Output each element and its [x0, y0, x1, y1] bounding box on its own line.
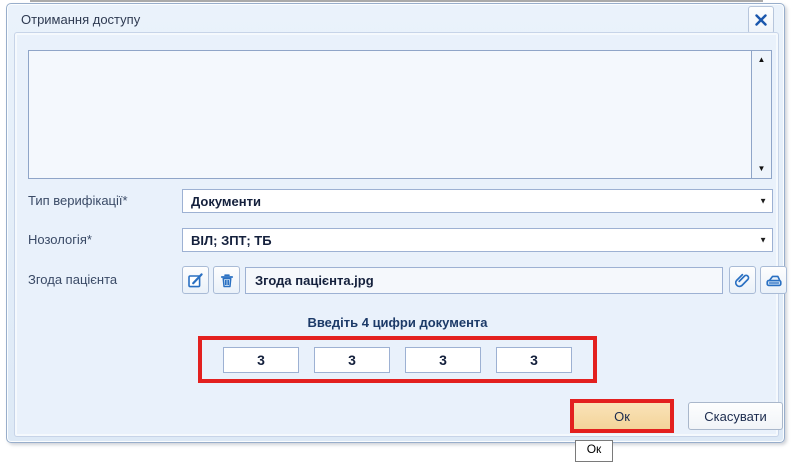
- ok-tooltip-text: Ок: [587, 442, 602, 456]
- chevron-down-icon: ▼: [759, 197, 767, 206]
- cancel-button[interactable]: Скасувати: [688, 402, 783, 430]
- ok-button[interactable]: Ок: [574, 403, 670, 429]
- ok-button-highlight: Ок: [570, 399, 674, 433]
- digit-input-3[interactable]: [405, 347, 481, 373]
- code-entry-highlight: [198, 336, 597, 383]
- scan-document-button[interactable]: [760, 266, 787, 294]
- notes-textarea[interactable]: ▲ ▼: [28, 50, 772, 179]
- nosology-value: ВІЛ; ЗПТ; ТБ: [191, 233, 272, 248]
- digit-input-2[interactable]: [314, 347, 390, 373]
- nosology-dropdown[interactable]: ВІЛ; ЗПТ; ТБ ▼: [182, 228, 773, 252]
- scroll-down-icon[interactable]: ▼: [752, 165, 771, 173]
- consent-file-field[interactable]: Згода пацієнта.jpg: [245, 267, 723, 294]
- edit-consent-button[interactable]: [182, 266, 209, 294]
- verification-type-dropdown[interactable]: Документи ▼: [182, 189, 773, 213]
- access-dialog: Отримання доступу ▲ ▼ Тип верифікації* Д…: [6, 3, 785, 443]
- paperclip-icon: [734, 272, 751, 289]
- chevron-down-icon: ▼: [759, 236, 767, 245]
- verification-type-value: Документи: [191, 194, 261, 209]
- attach-file-button[interactable]: [729, 266, 756, 294]
- scroll-up-icon[interactable]: ▲: [752, 56, 771, 64]
- vertical-scrollbar[interactable]: ▲ ▼: [751, 51, 771, 178]
- trash-icon: [219, 272, 235, 289]
- scanner-icon: [765, 272, 783, 289]
- nosology-label: Нозологія*: [28, 232, 92, 247]
- ok-tooltip: Ок: [575, 440, 613, 462]
- digit-input-4[interactable]: [496, 347, 572, 373]
- consent-label: Згода пацієнта: [28, 272, 117, 287]
- code-entry-prompt: Введіть 4 цифри документа: [198, 315, 597, 330]
- delete-consent-button[interactable]: [213, 266, 240, 294]
- background-window-edge: [30, 0, 763, 2]
- dialog-title: Отримання доступу: [21, 12, 140, 27]
- edit-icon: [187, 272, 204, 289]
- close-icon: [754, 13, 768, 27]
- consent-file-name: Згода пацієнта.jpg: [255, 273, 374, 288]
- digit-input-1[interactable]: [223, 347, 299, 373]
- close-button[interactable]: [748, 6, 774, 34]
- dialog-content-panel: ▲ ▼ Тип верифікації* Документи ▼ Нозолог…: [15, 33, 778, 436]
- verification-type-label: Тип верифікації*: [28, 193, 128, 208]
